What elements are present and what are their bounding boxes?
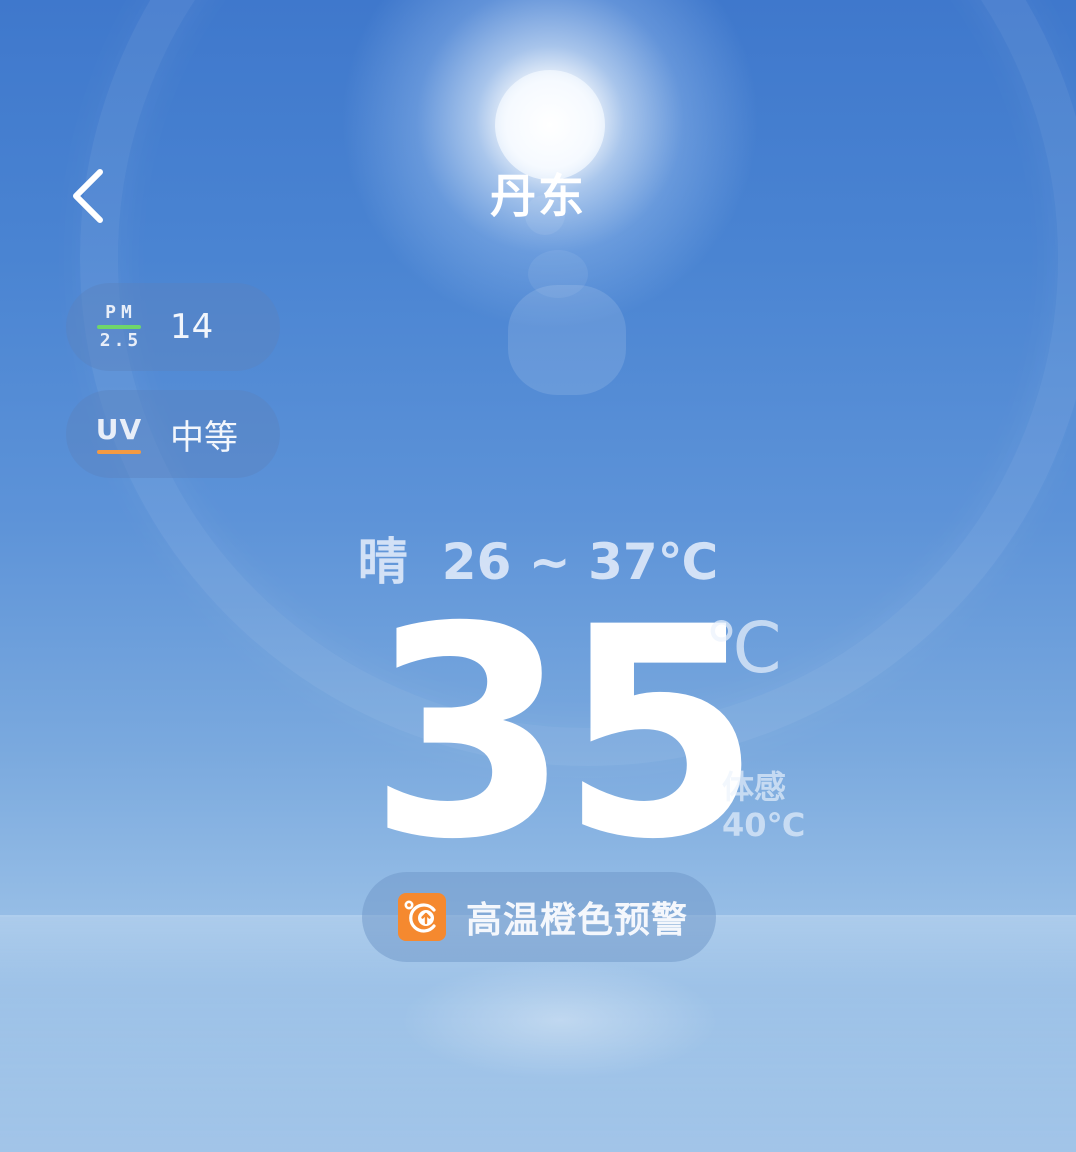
uv-level-bar	[97, 450, 141, 454]
sea-reflection	[400, 960, 720, 1080]
pm25-icon-bottom: 2.5	[99, 330, 142, 351]
feels-like-label: 体感	[722, 768, 787, 806]
temperature-unit: ℃	[704, 607, 783, 689]
weather-alert-button[interactable]: 高温橙色预警	[362, 872, 716, 962]
uv-icon: UV	[96, 414, 142, 454]
pm25-level-bar	[97, 325, 141, 329]
high-temperature-warning-icon	[398, 893, 446, 941]
pm25-chip[interactable]: PM 2.5 14	[66, 283, 280, 371]
uv-value: 中等	[170, 417, 238, 458]
pm25-value: 14	[170, 307, 214, 347]
lens-flare	[508, 285, 626, 395]
feels-like-value: 40℃	[722, 806, 806, 844]
weather-alert-text: 高温橙色预警	[466, 900, 689, 941]
uv-icon-label: UV	[95, 413, 143, 446]
uv-chip[interactable]: UV 中等	[66, 390, 280, 478]
current-temperature: 35	[368, 566, 762, 903]
pm25-icon: PM 2.5	[96, 303, 142, 351]
pm25-icon-top: PM	[105, 302, 137, 323]
city-title[interactable]: 丹东	[0, 160, 1076, 226]
